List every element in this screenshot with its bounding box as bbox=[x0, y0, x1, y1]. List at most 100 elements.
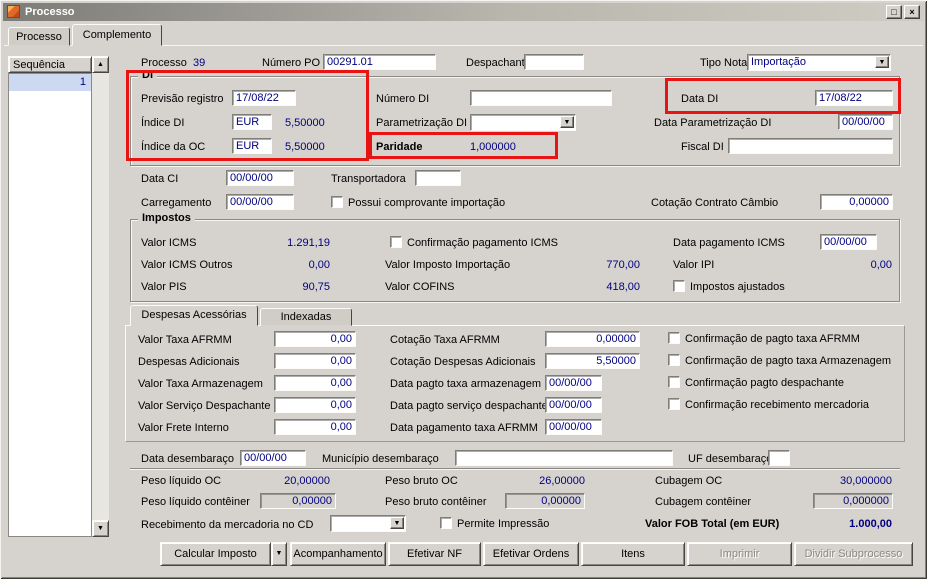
parametrizacao-di-dropdown-icon[interactable]: ▼ bbox=[560, 116, 574, 128]
scroll-up-button[interactable]: ▲ bbox=[92, 56, 109, 73]
tipo-nota-dropdown-icon[interactable]: ▼ bbox=[875, 56, 889, 68]
data-pagamento-icms-input[interactable]: 00/00/00 bbox=[820, 234, 877, 250]
imprimir-label: Imprimir bbox=[719, 548, 760, 560]
sequencia-row[interactable]: 1 bbox=[9, 74, 91, 91]
valor-servico-despachante-input[interactable]: 0,00 bbox=[274, 397, 356, 413]
efetivar-ordens-label: Efetivar Ordens bbox=[492, 548, 570, 560]
peso-bruto-conteiner-label: Peso bruto contêiner bbox=[385, 496, 487, 508]
fiscal-di-input[interactable] bbox=[728, 138, 893, 154]
confirmacao-pagto-taxa-afrmm-checkbox[interactable] bbox=[668, 332, 680, 344]
sequencia-header-label: Sequência bbox=[13, 59, 65, 71]
data-parametrizacao-di-input[interactable]: 00/00/00 bbox=[838, 114, 893, 130]
cotacao-contrato-cambio-input[interactable]: 0,00000 bbox=[820, 194, 893, 210]
acompanhamento-button[interactable]: Acompanhamento bbox=[290, 542, 386, 566]
data-pagamento-taxa-afrmm-label: Data pagamento taxa AFRMM bbox=[390, 422, 538, 434]
valor-taxa-armazenagem-input[interactable]: 0,00 bbox=[274, 375, 356, 391]
numero-po-input[interactable]: 00291.01 bbox=[323, 54, 436, 70]
recebimento-mercadoria-cd-label: Recebimento da mercadoria no CD bbox=[141, 519, 314, 531]
sequencia-row-value: 1 bbox=[79, 76, 86, 88]
itens-label: Itens bbox=[621, 548, 645, 560]
tab-despesas-acessorias-label: Despesas Acessórias bbox=[141, 309, 247, 321]
permite-impressao-checkbox[interactable] bbox=[440, 517, 452, 529]
data-ci-label: Data CI bbox=[141, 173, 179, 185]
tab-despesas-acessorias[interactable]: Despesas Acessórias bbox=[130, 305, 258, 326]
app-icon bbox=[7, 5, 20, 18]
data-pagto-taxa-armazenagem-input[interactable]: 00/00/00 bbox=[545, 375, 602, 391]
data-pagamento-taxa-afrmm-input[interactable]: 00/00/00 bbox=[545, 419, 602, 435]
acompanhamento-label: Acompanhamento bbox=[293, 548, 383, 560]
confirmacao-pagamento-icms-label: Confirmação pagamento ICMS bbox=[407, 237, 559, 249]
dividir-subprocesso-button[interactable]: Dividir Subprocesso bbox=[794, 542, 913, 566]
confirmacao-pagto-taxa-armazenagem-checkbox[interactable] bbox=[668, 354, 680, 366]
calcular-imposto-label: Calcular Imposto bbox=[174, 548, 257, 560]
tab-indexadas[interactable]: Indexadas bbox=[260, 308, 352, 326]
possui-comprovante-checkbox[interactable] bbox=[331, 196, 343, 208]
recebimento-cd-dropdown-icon[interactable]: ▼ bbox=[390, 517, 404, 529]
close-button[interactable]: × bbox=[904, 5, 920, 19]
data-pagto-servico-despachante-input[interactable]: 00/00/00 bbox=[545, 397, 602, 413]
scroll-up-icon: ▲ bbox=[97, 61, 104, 68]
peso-liquido-conteiner-label: Peso líquido contêiner bbox=[141, 496, 250, 508]
possui-comprovante-label: Possui comprovante importação bbox=[348, 197, 506, 209]
confirmacao-pagamento-icms-checkbox[interactable] bbox=[390, 236, 402, 248]
data-pagto-taxa-armazenagem-label: Data pagto taxa armazenagem bbox=[390, 378, 542, 390]
confirmacao-pagto-despachante-checkbox[interactable] bbox=[668, 376, 680, 388]
data-pagto-servico-despachante-label: Data pagto serviço despachante bbox=[390, 400, 548, 412]
tab-indexadas-label: Indexadas bbox=[280, 311, 332, 323]
imprimir-button[interactable]: Imprimir bbox=[687, 542, 792, 566]
separator bbox=[130, 468, 900, 470]
despesas-adicionais-input[interactable]: 0,00 bbox=[274, 353, 356, 369]
peso-liquido-conteiner-input[interactable]: 0,00000 bbox=[260, 493, 336, 509]
maximize-icon: □ bbox=[891, 7, 897, 17]
parametrizacao-di-select[interactable]: ▼ bbox=[470, 114, 576, 131]
calcular-imposto-dropdown-icon: ▼ bbox=[275, 550, 283, 557]
scrollbar-track[interactable] bbox=[92, 73, 109, 520]
peso-bruto-conteiner-input[interactable]: 0,00000 bbox=[505, 493, 585, 509]
scroll-down-button[interactable]: ▼ bbox=[92, 520, 109, 537]
valor-servico-despachante-label: Valor Serviço Despachante bbox=[138, 400, 271, 412]
confirmacao-recebimento-mercadoria-label: Confirmação recebimento mercadoria bbox=[685, 399, 870, 411]
peso-liquido-oc-label: Peso líquido OC bbox=[141, 475, 222, 487]
titlebar[interactable]: Processo □ × bbox=[3, 3, 924, 21]
impostos-ajustados-checkbox[interactable] bbox=[673, 280, 685, 292]
efetivar-ordens-button[interactable]: Efetivar Ordens bbox=[483, 542, 579, 566]
transportadora-label: Transportadora bbox=[331, 173, 406, 185]
transportadora-input[interactable] bbox=[415, 170, 461, 186]
tab-processo[interactable]: Processo bbox=[8, 27, 70, 46]
uf-desembaraco-input[interactable] bbox=[768, 450, 790, 466]
valor-frete-interno-input[interactable]: 0,00 bbox=[274, 419, 356, 435]
valor-frete-interno-label: Valor Frete Interno bbox=[138, 422, 229, 434]
calcular-imposto-dropdown-button[interactable]: ▼ bbox=[271, 542, 287, 566]
dividir-subprocesso-label: Dividir Subprocesso bbox=[804, 548, 903, 560]
numero-di-label: Número DI bbox=[376, 93, 430, 105]
despachante-input[interactable] bbox=[524, 54, 584, 70]
valor-pis-label: Valor PIS bbox=[141, 281, 187, 293]
tipo-nota-select[interactable]: Importação ▼ bbox=[747, 54, 891, 71]
calcular-imposto-button[interactable]: Calcular Imposto bbox=[160, 542, 271, 566]
uf-desembaraco-label: UF desembaraço bbox=[688, 453, 773, 465]
carregamento-input[interactable]: 00/00/00 bbox=[226, 194, 294, 210]
maximize-button[interactable]: □ bbox=[886, 5, 902, 19]
recebimento-mercadoria-cd-select[interactable]: ▼ bbox=[330, 515, 406, 532]
municipio-desembaraco-input[interactable] bbox=[455, 450, 673, 466]
itens-button[interactable]: Itens bbox=[581, 542, 685, 566]
valor-taxa-armazenagem-label: Valor Taxa Armazenagem bbox=[138, 378, 263, 390]
cotacao-contrato-cambio-label: Cotação Contrato Câmbio bbox=[651, 197, 779, 209]
cotacao-despesas-adicionais-input[interactable]: 5,50000 bbox=[545, 353, 640, 369]
efetivar-nf-button[interactable]: Efetivar NF bbox=[388, 542, 481, 566]
data-pagamento-icms-label: Data pagamento ICMS bbox=[673, 237, 785, 249]
valor-taxa-afrmm-input[interactable]: 0,00 bbox=[274, 331, 356, 347]
tab-processo-label: Processo bbox=[16, 31, 62, 43]
cubagem-conteiner-input[interactable]: 0,000000 bbox=[813, 493, 893, 509]
data-desembaraco-input[interactable]: 00/00/00 bbox=[240, 450, 306, 466]
tab-complemento[interactable]: Complemento bbox=[72, 24, 162, 46]
valor-icms-label: Valor ICMS bbox=[141, 237, 197, 249]
cotacao-taxa-afrmm-input[interactable]: 0,00000 bbox=[545, 331, 640, 347]
impostos-group-label: Impostos bbox=[138, 212, 195, 225]
numero-di-input[interactable] bbox=[470, 90, 612, 106]
sequencia-list[interactable] bbox=[8, 73, 92, 537]
data-ci-input[interactable]: 00/00/00 bbox=[226, 170, 294, 186]
confirmacao-recebimento-mercadoria-checkbox[interactable] bbox=[668, 398, 680, 410]
valor-icms-outros-value: 0,00 bbox=[308, 259, 330, 271]
sequencia-column-header[interactable]: Sequência bbox=[8, 56, 92, 73]
